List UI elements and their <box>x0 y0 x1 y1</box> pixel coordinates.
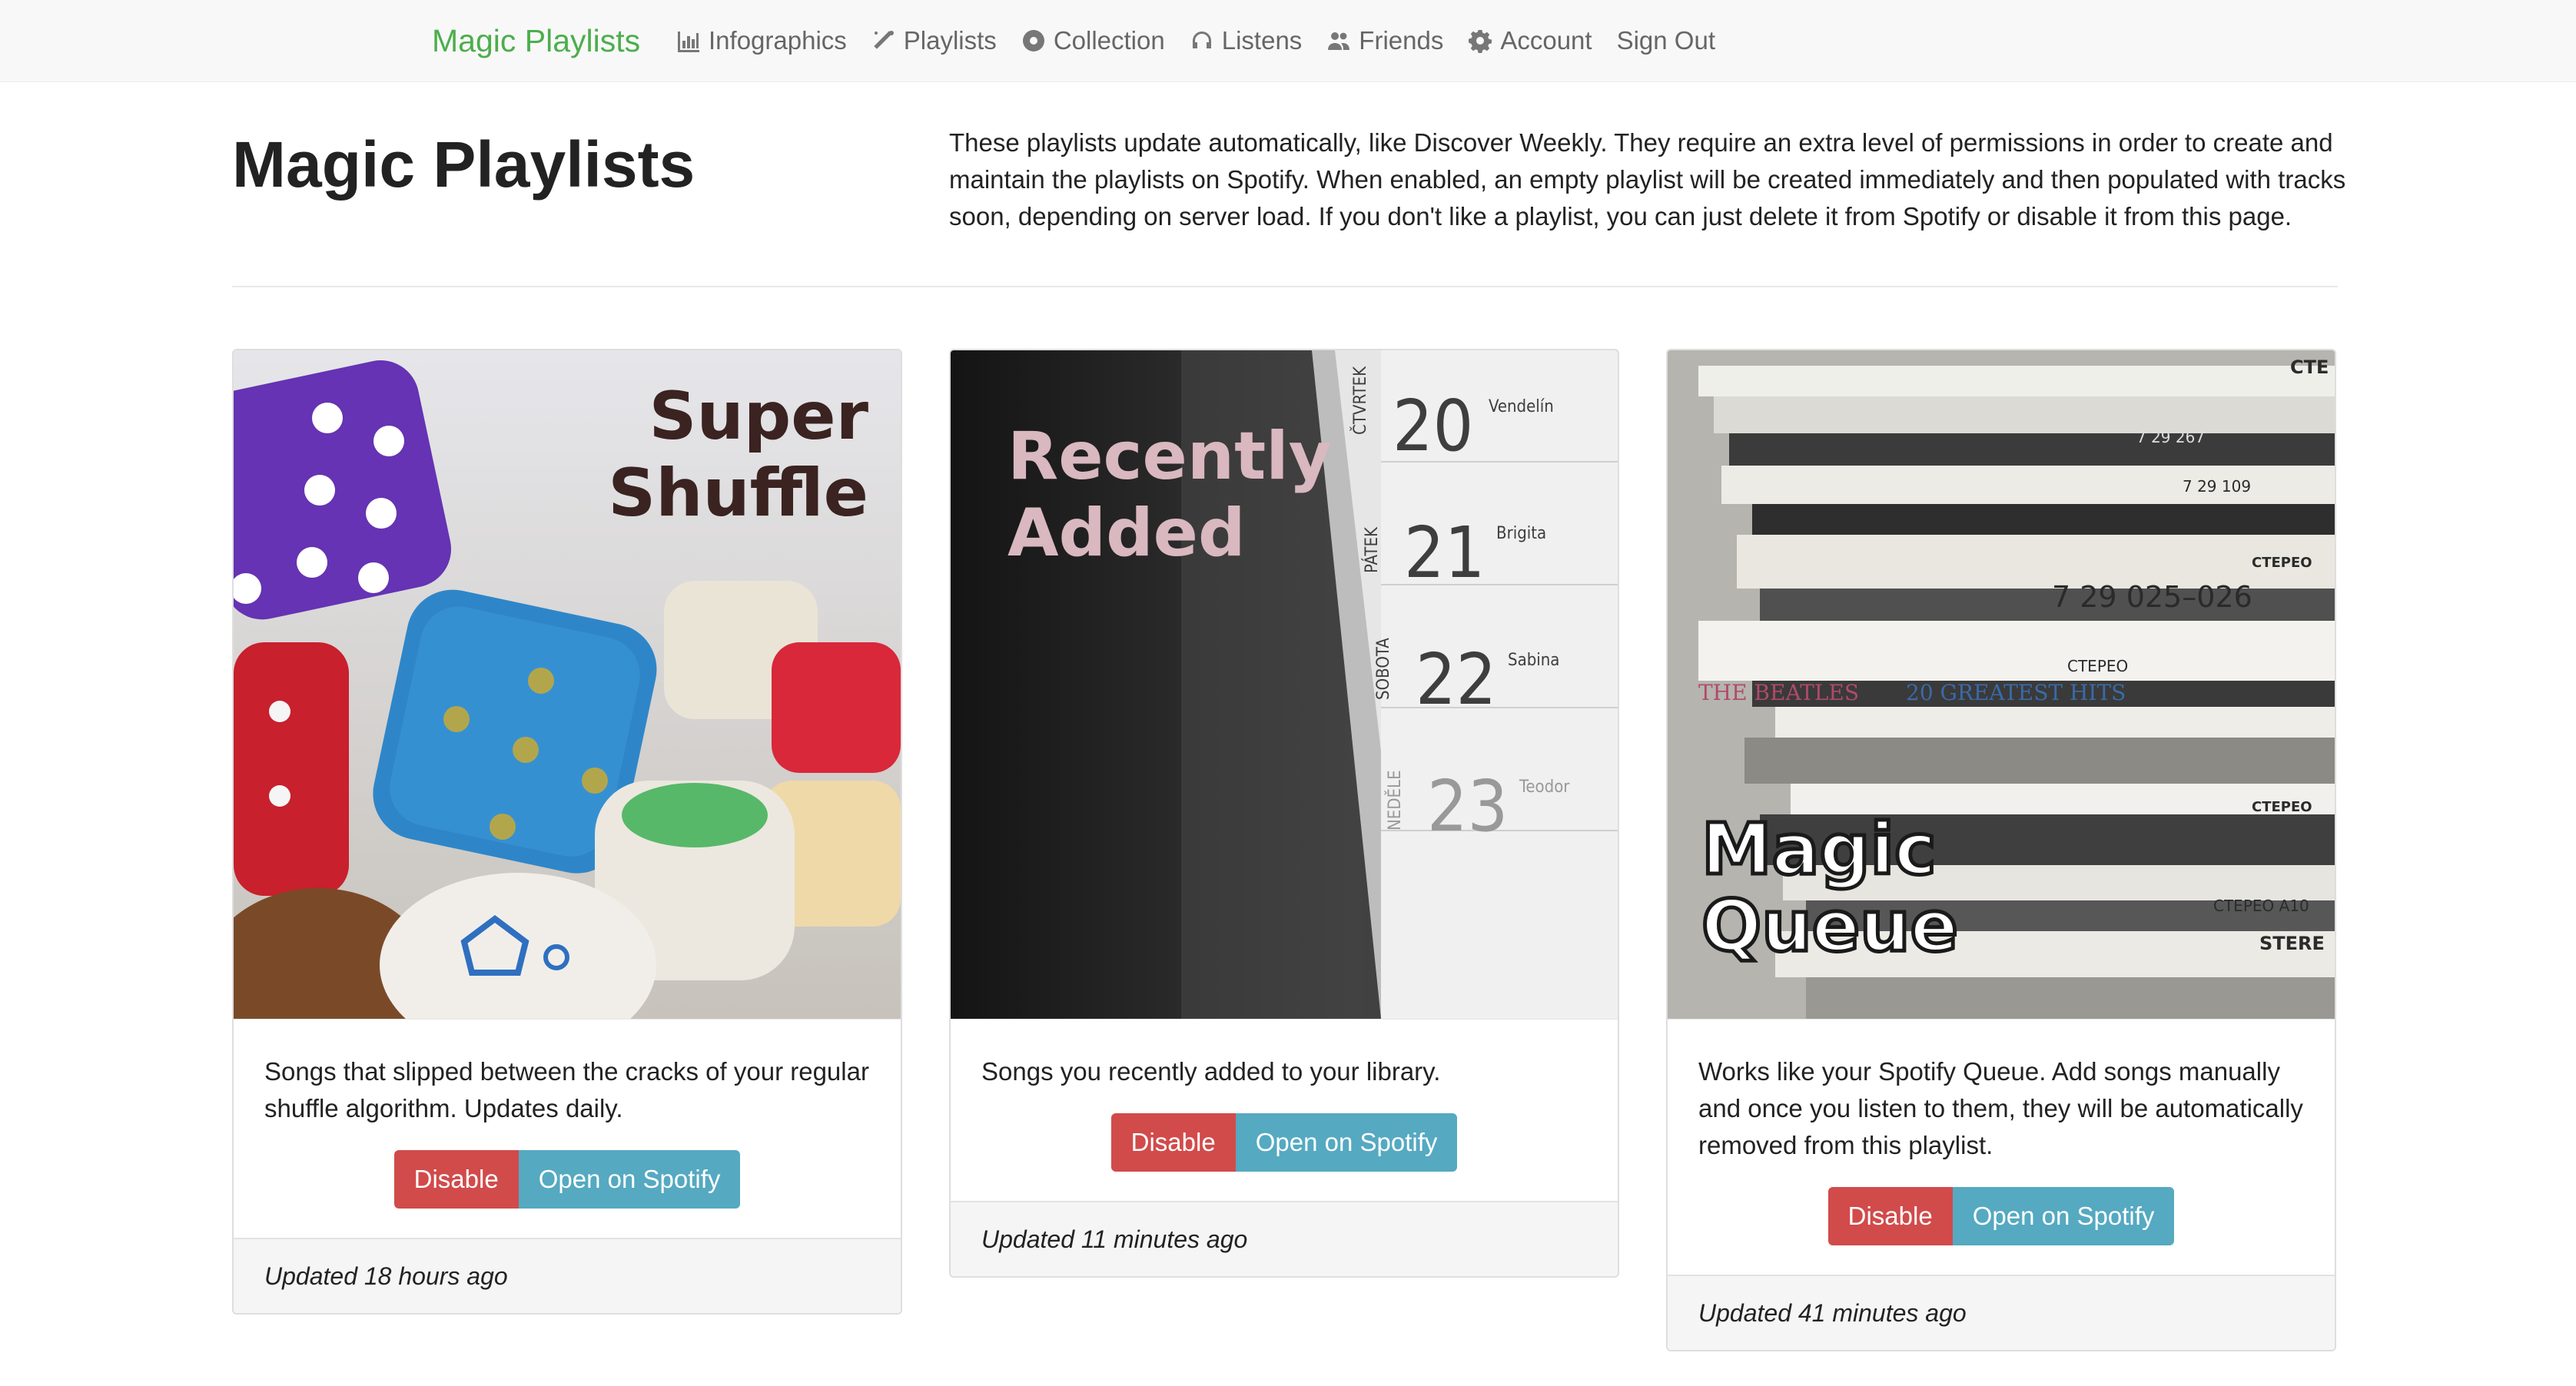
card-title-line: Recently <box>1007 418 1332 495</box>
playlist-card-magic-queue: СТЕ 7 29 267 7 29 109 СТЕРЕО 7 29 025–02… <box>1666 349 2336 1351</box>
calendar-day-label: PÁTEK <box>1362 526 1382 573</box>
calendar-name-day: Teodor <box>1519 778 1570 797</box>
record-label: 20 GREATEST HITS <box>1906 680 2126 705</box>
card-title-line: Added <box>1007 495 1246 572</box>
nav-item-label: Friends <box>1359 26 1444 55</box>
card-body: Songs that slipped between the cracks of… <box>234 1019 901 1238</box>
nav-menu: Infographics Playlists Collection Listen… <box>676 18 1740 63</box>
nav-item-label: Account <box>1500 26 1592 55</box>
divider <box>232 286 2338 287</box>
card-title-line: Super <box>649 378 868 455</box>
card-title-line: Queue <box>1700 885 1960 967</box>
calendar-day-label: ČTVRTEK <box>1350 366 1370 435</box>
record-label: СТЕ <box>2290 356 2329 378</box>
open-on-spotify-button[interactable]: Open on Spotify <box>518 1150 741 1209</box>
calendar-name-day: Vendelín <box>1489 397 1554 416</box>
users-icon <box>1328 32 1350 50</box>
bar-chart-icon <box>678 32 699 52</box>
nav-item-friends[interactable]: Friends <box>1326 26 1443 55</box>
disable-button[interactable]: Disable <box>393 1150 519 1209</box>
record-label: STERE <box>2259 933 2325 954</box>
magic-wand-icon <box>874 31 894 49</box>
card-title: Super Shuffle <box>608 378 868 532</box>
card-footer: Updated 18 hours ago <box>234 1238 901 1313</box>
record-label: СТЕРЕО <box>2252 555 2312 571</box>
playlist-card-super-shuffle: Super Shuffle Songs that slipped between… <box>232 349 902 1315</box>
card-body: Works like your Spotify Queue. Add songs… <box>1668 1019 2335 1275</box>
calendar-day-label: NEDĚLE <box>1385 770 1405 831</box>
calendar-day-number: 20 <box>1393 385 1473 467</box>
record-label: 7 29 267 <box>2136 428 2205 446</box>
calendar-day-number: 22 <box>1416 638 1496 721</box>
button-group: Disable Open on Spotify <box>981 1113 1587 1172</box>
calendar-photo: ČTVRTEK 20 Vendelín PÁTEK 21 Brigita SOB… <box>951 350 1618 1019</box>
card-footer: Updated 11 minutes ago <box>951 1201 1618 1276</box>
nav-item-label: Infographics <box>709 26 847 55</box>
playlist-card-recently-added: ČTVRTEK 20 Vendelín PÁTEK 21 Brigita SOB… <box>949 349 1619 1278</box>
card-description: Songs that slipped between the cracks of… <box>264 1057 869 1122</box>
record-label: СТЕРЕО А10 <box>2213 897 2309 915</box>
record-label: 7 29 109 <box>2183 477 2251 496</box>
card-body: Songs you recently added to your library… <box>951 1019 1618 1201</box>
navbar: Magic Playlists Infographics Playlists C… <box>0 0 2576 82</box>
nav-item-label: Listens <box>1221 26 1303 55</box>
button-group: Disable Open on Spotify <box>264 1150 870 1209</box>
gear-icon <box>1469 30 1492 53</box>
card-footer: Updated 41 minutes ago <box>1668 1275 2335 1350</box>
calendar-day-number: 21 <box>1404 512 1485 594</box>
disable-button[interactable]: Disable <box>1827 1187 1953 1245</box>
card-description: Songs you recently added to your library… <box>981 1057 1441 1086</box>
sign-out-label: Sign Out <box>1616 26 1716 55</box>
button-group: Disable Open on Spotify <box>1698 1187 2304 1245</box>
nav-item-playlists[interactable]: Playlists <box>871 26 997 55</box>
intro-text: These playlists update automatically, li… <box>949 128 2346 230</box>
calendar-day-label: SOBOTA <box>1374 638 1393 700</box>
record-label: 7 29 025–026 <box>2052 580 2252 614</box>
calendar-day-number: 23 <box>1427 765 1508 847</box>
card-title: Recently Added <box>1007 418 1332 572</box>
record-label: THE BEATLES <box>1698 680 1859 705</box>
page-title: Magic Playlists <box>232 128 695 201</box>
nav-item-label: Playlists <box>903 26 997 55</box>
nav-item-account[interactable]: Account <box>1468 26 1592 55</box>
open-on-spotify-button[interactable]: Open on Spotify <box>1235 1113 1458 1172</box>
record-label: СТЕРЕО <box>2067 657 2128 675</box>
card-title-line: Magic <box>1700 808 1939 890</box>
headphones-icon <box>1192 32 1211 48</box>
record-stack-photo: СТЕ 7 29 267 7 29 109 СТЕРЕО 7 29 025–02… <box>1668 350 2335 1019</box>
dice-photo: Super Shuffle <box>234 350 901 1019</box>
calendar-name-day: Sabina <box>1508 651 1559 670</box>
brand-link[interactable]: Magic Playlists <box>432 18 640 63</box>
nav-item-infographics[interactable]: Infographics <box>676 26 847 55</box>
nav-item-label: Collection <box>1053 26 1165 55</box>
card-title: Magic Queue <box>1700 808 1960 967</box>
card-description: Works like your Spotify Queue. Add songs… <box>1698 1057 2303 1159</box>
calendar-name-day: Brigita <box>1496 524 1546 543</box>
card-title-line: Shuffle <box>608 455 868 532</box>
nav-item-listens[interactable]: Listens <box>1190 26 1303 55</box>
nav-item-collection[interactable]: Collection <box>1021 26 1165 55</box>
open-on-spotify-button[interactable]: Open on Spotify <box>1952 1187 2175 1245</box>
disable-button[interactable]: Disable <box>1110 1113 1236 1172</box>
record-label: СТЕРЕО <box>2252 799 2312 815</box>
sign-out-link[interactable]: Sign Out <box>1617 26 1715 55</box>
disc-icon <box>1022 30 1044 51</box>
